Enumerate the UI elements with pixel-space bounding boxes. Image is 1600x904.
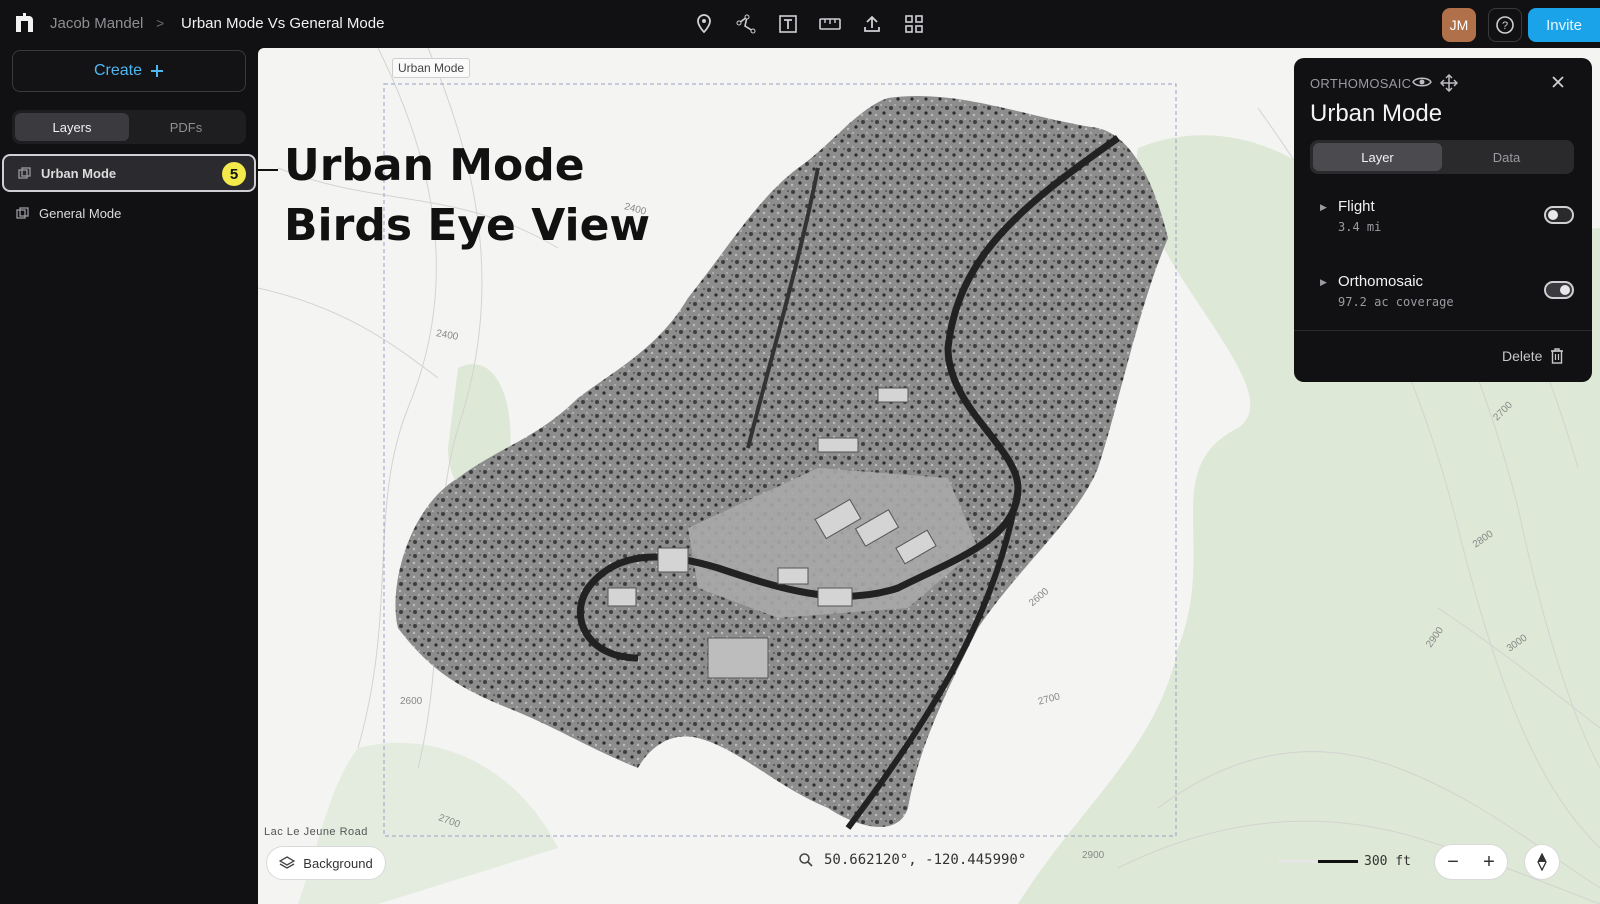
toolbar — [692, 12, 926, 36]
delete-label: Delete — [1502, 348, 1543, 364]
tab-layer[interactable]: Layer — [1313, 143, 1442, 171]
layer-item-general-mode[interactable]: General Mode — [2, 194, 256, 232]
grid-icon[interactable] — [902, 12, 926, 36]
annotation-line-2: Birds Eye View — [284, 200, 651, 251]
road-label: Lac Le Jeune Road — [264, 826, 368, 838]
text-box-icon[interactable] — [776, 12, 800, 36]
step-badge: 5 — [222, 162, 246, 186]
upload-icon[interactable] — [860, 12, 884, 36]
eye-icon[interactable] — [1412, 74, 1432, 90]
row-subtitle: 3.4 mi — [1338, 220, 1382, 234]
expand-caret-icon[interactable]: ▶ — [1320, 277, 1327, 288]
move-icon[interactable] — [1440, 74, 1458, 92]
scale-bar-graphic — [1278, 860, 1358, 863]
panel-divider — [1294, 330, 1592, 331]
scale-bar: 300 ft — [1278, 854, 1411, 869]
sidebar: Create Layers PDFs Urban Mode 5 General … — [0, 48, 258, 904]
coordinate-readout: 50.662120°, -120.445990° — [798, 852, 1026, 868]
toggle-knob — [1560, 285, 1570, 295]
flight-toggle[interactable] — [1544, 206, 1574, 224]
row-name: Orthomosaic — [1338, 273, 1424, 290]
breadcrumb-user[interactable]: Jacob Mandel — [50, 15, 143, 32]
layer-item-label: Urban Mode — [41, 165, 117, 181]
panel-row-flight[interactable]: ▶ Flight 3.4 mi — [1310, 198, 1574, 244]
zoom-in-button[interactable]: + — [1483, 851, 1495, 874]
layers-stack-icon — [279, 856, 296, 869]
svg-text:?: ? — [1502, 20, 1508, 32]
location-pin-icon[interactable] — [692, 12, 716, 36]
close-icon[interactable] — [1550, 74, 1566, 90]
delete-button[interactable]: Delete — [1502, 348, 1564, 364]
layer-item-urban-mode[interactable]: Urban Mode 5 — [2, 154, 256, 192]
frame-label: Urban Mode — [392, 58, 471, 78]
app-logo-icon[interactable] — [14, 12, 36, 34]
tab-layers[interactable]: Layers — [15, 113, 129, 141]
background-button[interactable]: Background — [266, 846, 386, 880]
panel-title: Urban Mode — [1310, 100, 1443, 127]
top-bar: Jacob Mandel > Urban Mode Vs General Mod… — [0, 0, 1600, 48]
tab-pdfs[interactable]: PDFs — [129, 113, 243, 141]
panel-kicker: ORTHOMOSAIC — [1310, 76, 1412, 91]
layer-icon — [16, 206, 29, 219]
polyline-icon[interactable] — [734, 12, 758, 36]
zoom-out-button[interactable]: − — [1447, 851, 1459, 874]
trash-icon — [1551, 348, 1564, 364]
layer-icon — [18, 166, 31, 179]
breadcrumb-separator: > — [156, 15, 165, 31]
contour-label: 2600 — [400, 696, 423, 707]
orthomosaic-toggle[interactable] — [1544, 281, 1574, 299]
compass-icon — [1537, 853, 1547, 871]
breadcrumb-project-title[interactable]: Urban Mode Vs General Mode — [181, 15, 384, 32]
annotation-title: Urban Mode Birds Eye View — [284, 136, 650, 256]
help-button[interactable]: ? — [1488, 8, 1522, 42]
panel-row-orthomosaic[interactable]: ▶ Orthomosaic 97.2 ac coverage — [1310, 273, 1574, 319]
plus-icon — [151, 65, 164, 77]
zoom-controls: − + — [1434, 844, 1508, 880]
expand-caret-icon[interactable]: ▶ — [1320, 202, 1327, 213]
toggle-knob — [1548, 210, 1558, 220]
layer-item-label: General Mode — [39, 205, 122, 221]
panel-tabs: Layer Data — [1310, 140, 1574, 174]
layer-detail-panel: ORTHOMOSAIC Urban Mode Layer Data ▶ Flig… — [1294, 58, 1592, 382]
annotation-line-1: Urban Mode — [284, 140, 585, 191]
create-label: Create — [93, 62, 143, 79]
help-icon: ? — [1496, 16, 1514, 34]
tab-data[interactable]: Data — [1442, 143, 1571, 171]
search-icon[interactable] — [798, 852, 814, 868]
background-label: Background — [303, 855, 373, 871]
compass-button[interactable] — [1524, 844, 1560, 880]
contour-label: 2900 — [1082, 850, 1105, 861]
invite-button[interactable]: Invite — [1528, 8, 1600, 42]
sidebar-tabs: Layers PDFs — [12, 110, 246, 144]
row-subtitle: 97.2 ac coverage — [1338, 295, 1454, 309]
scale-label: 300 ft — [1364, 854, 1411, 869]
annotation-leader-line — [258, 169, 278, 171]
create-button[interactable]: Create — [12, 50, 246, 92]
coordinates-text: 50.662120°, -120.445990° — [824, 852, 1027, 868]
ruler-icon[interactable] — [818, 12, 842, 36]
row-name: Flight — [1338, 198, 1375, 215]
avatar[interactable]: JM — [1442, 8, 1476, 42]
